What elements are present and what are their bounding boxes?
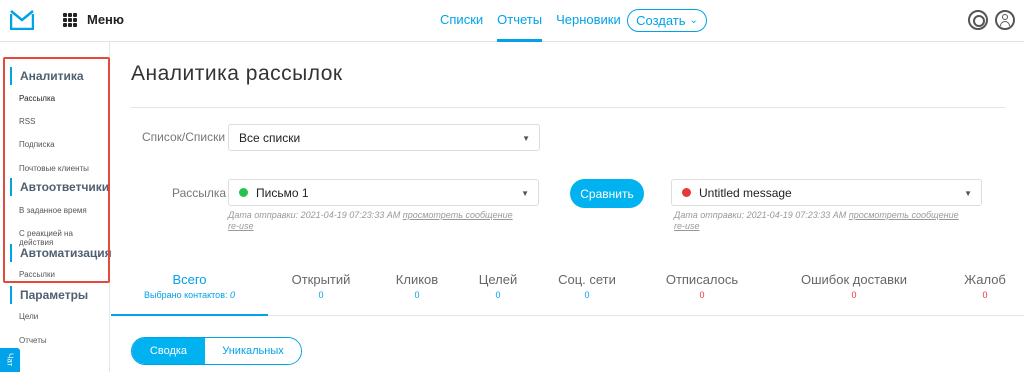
stat-social[interactable]: Соц. сети 0	[548, 272, 626, 300]
mailing-label: Рассылка	[172, 186, 227, 200]
list-label: Список/Списки	[142, 130, 226, 144]
create-button-label: Создать	[636, 13, 686, 28]
stat-opens[interactable]: Открытий 0	[281, 272, 361, 300]
mailing-a-meta: Дата отправки: 2021-04-19 07:23:33 AM пр…	[228, 210, 513, 232]
nav-lists[interactable]: Списки	[440, 0, 483, 42]
view-toggle: Сводка Уникальных	[131, 337, 302, 365]
stats-divider	[268, 315, 1024, 316]
mailing-b-meta: Дата отправки: 2021-04-19 07:23:33 AM пр…	[674, 210, 959, 232]
sidebar-item-goals[interactable]: Цели	[19, 312, 38, 321]
sidebar-section-parameters[interactable]: Параметры	[10, 286, 88, 304]
sidebar-item-reports[interactable]: Отчеты	[19, 336, 47, 345]
stat-delivery-errors[interactable]: Ошибок доставки 0	[790, 272, 918, 300]
mailing-b-select[interactable]: Untitled message ▼	[671, 179, 982, 206]
mailing-a-reuse-link[interactable]: re-use	[228, 221, 254, 231]
stat-unsubscribed[interactable]: Отписалось 0	[656, 272, 748, 300]
page-title: Аналитика рассылок	[131, 62, 343, 85]
list-select-value: Все списки	[239, 130, 301, 145]
envelope-logo-icon[interactable]	[10, 10, 34, 30]
status-dot-icon	[239, 188, 248, 197]
dropdown-arrow-icon: ▼	[522, 134, 530, 143]
apps-grid-icon	[63, 12, 77, 27]
mailing-b-reuse-link[interactable]: re-use	[674, 221, 700, 231]
menu-button[interactable]: Меню	[63, 12, 124, 27]
tab-unique[interactable]: Уникальных	[205, 338, 301, 364]
create-button[interactable]: Создать ⌄	[627, 9, 707, 32]
highlight-box	[3, 57, 110, 283]
stat-total-tab[interactable]: Всего Выбрано контактов: 0	[111, 272, 268, 300]
stat-total-contacts: Выбрано контактов: 0	[143, 290, 236, 300]
tab-summary[interactable]: Сводка	[132, 338, 205, 364]
help-lifebuoy-icon[interactable]	[968, 10, 988, 30]
mailing-b-view-link[interactable]: просмотреть сообщение	[849, 210, 959, 220]
nav-drafts[interactable]: Черновики	[556, 0, 621, 42]
active-tab-underline	[111, 314, 268, 316]
user-account-icon[interactable]	[995, 10, 1015, 30]
mailing-b-name: Untitled message	[699, 185, 792, 200]
main-nav: Списки Отчеты Черновики	[440, 0, 635, 42]
stat-complaints[interactable]: Жалоб 0	[952, 272, 1018, 300]
chat-tab[interactable]: Чат	[0, 348, 20, 372]
list-select[interactable]: Все списки ▼	[228, 124, 540, 151]
top-bar: Меню Списки Отчеты Черновики Создать ⌄	[0, 0, 1024, 42]
mailing-a-view-link[interactable]: просмотреть сообщение	[403, 210, 513, 220]
dropdown-arrow-icon: ▼	[521, 189, 529, 198]
status-dot-icon	[682, 188, 691, 197]
divider	[131, 107, 1005, 108]
mailing-b-sent-date: Дата отправки: 2021-04-19 07:23:33 AM	[674, 210, 847, 220]
dropdown-arrow-icon: ▼	[964, 189, 972, 198]
stat-total-label: Всего	[172, 272, 207, 287]
mailing-a-name: Письмо 1	[256, 185, 309, 200]
nav-reports[interactable]: Отчеты	[497, 0, 543, 42]
mailing-a-select[interactable]: Письмо 1 ▼	[228, 179, 539, 206]
menu-label: Меню	[87, 12, 125, 27]
mailing-a-sent-date: Дата отправки: 2021-04-19 07:23:33 AM	[228, 210, 401, 220]
chevron-down-icon: ⌄	[689, 15, 698, 26]
stat-goals[interactable]: Целей 0	[472, 272, 524, 300]
compare-button[interactable]: Сравнить	[570, 179, 644, 208]
stat-clicks[interactable]: Кликов 0	[387, 272, 447, 300]
